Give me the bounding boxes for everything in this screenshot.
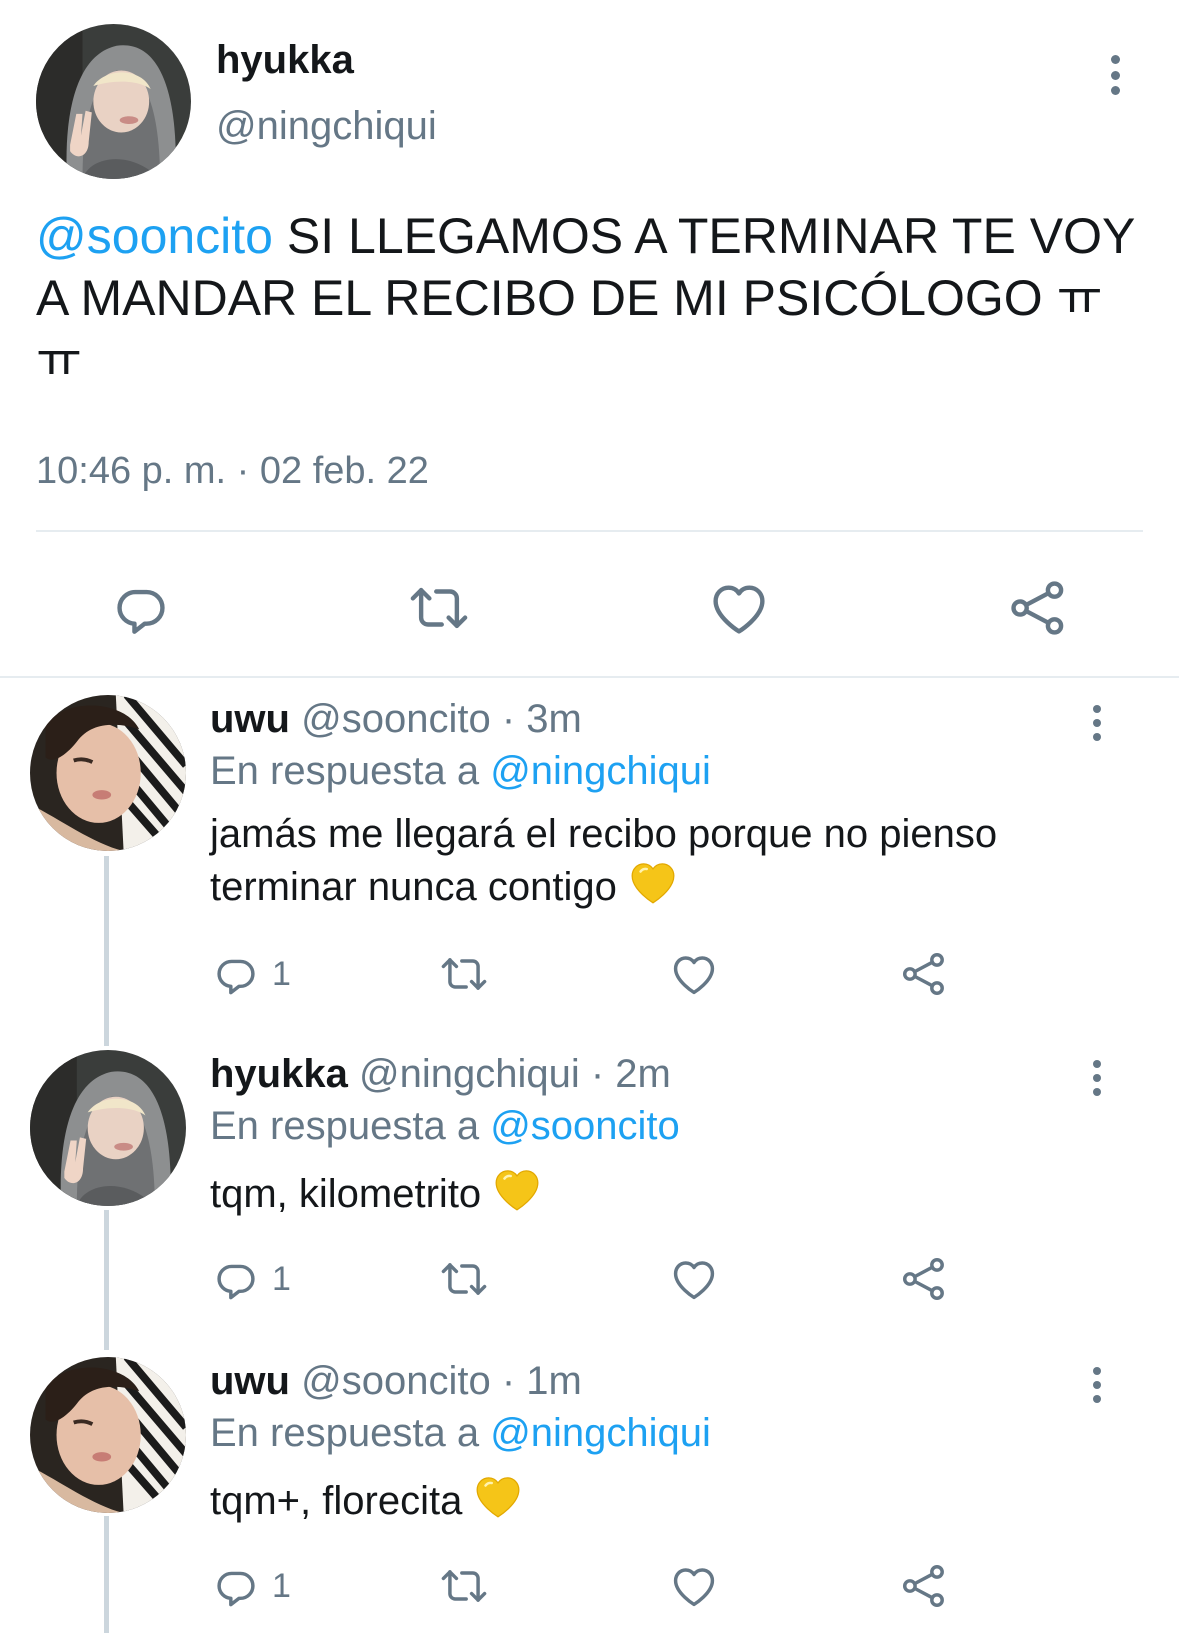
yellow-heart-icon bbox=[473, 1472, 523, 1522]
dot-icon bbox=[1110, 55, 1120, 64]
reply-count: 1 bbox=[272, 954, 291, 993]
retweet-icon bbox=[438, 1253, 490, 1305]
handle-time[interactable]: @sooncito · 3m bbox=[301, 697, 582, 741]
reply-tweet[interactable]: uwu @sooncito · 3m En respuesta a @ningc… bbox=[0, 695, 1179, 1035]
divider bbox=[36, 530, 1143, 532]
share-button[interactable] bbox=[898, 1560, 950, 1612]
dot-icon bbox=[1093, 705, 1101, 713]
reply-body: tqm, kilometrito bbox=[210, 1172, 482, 1216]
reply-text: tqm+, florecita bbox=[210, 1472, 1090, 1525]
dot-icon bbox=[1093, 1074, 1101, 1082]
retweet-icon bbox=[438, 948, 490, 1000]
replying-to: En respuesta a @ningchiqui bbox=[210, 749, 711, 794]
dot-icon bbox=[1093, 719, 1101, 727]
reply-tweet[interactable]: uwu @sooncito · 1m En respuesta a @ningc… bbox=[0, 1357, 1179, 1633]
retweet-button[interactable] bbox=[438, 1253, 490, 1305]
retweet-button[interactable] bbox=[438, 1560, 490, 1612]
reply-icon bbox=[210, 1560, 262, 1612]
share-icon bbox=[898, 948, 950, 1000]
display-name[interactable]: hyukka bbox=[216, 38, 354, 83]
handle-time[interactable]: @ningchiqui · 2m bbox=[359, 1052, 671, 1096]
retweet-icon bbox=[406, 575, 472, 641]
section-divider bbox=[0, 676, 1179, 678]
like-icon bbox=[668, 948, 720, 1000]
like-icon bbox=[706, 575, 772, 641]
reply-text: tqm, kilometrito bbox=[210, 1165, 1090, 1218]
like-button[interactable] bbox=[706, 575, 772, 641]
replying-to: En respuesta a @ningchiqui bbox=[210, 1411, 711, 1456]
dot-icon bbox=[1093, 733, 1101, 741]
reply-icon bbox=[108, 575, 174, 641]
mention-link[interactable]: @sooncito bbox=[490, 1104, 680, 1148]
reply-body: tqm+, florecita bbox=[210, 1479, 463, 1523]
reply-button[interactable]: 1 bbox=[210, 948, 291, 1000]
dot-icon bbox=[1110, 70, 1120, 80]
mention-link[interactable]: @ningchiqui bbox=[490, 1411, 711, 1455]
reply-text: jamás me llegará el recibo porque no pie… bbox=[210, 810, 1090, 911]
like-button[interactable] bbox=[668, 1560, 720, 1612]
main-tweet: hyukka @ningchiqui @sooncito SI LLEGAMOS… bbox=[0, 0, 1179, 676]
retweet-icon bbox=[438, 1560, 490, 1612]
avatar[interactable] bbox=[30, 695, 186, 851]
reply-body: jamás me llegará el recibo porque no pie… bbox=[210, 812, 998, 909]
reply-count: 1 bbox=[272, 1259, 291, 1298]
avatar-hooded-peace-sign-icon bbox=[30, 1050, 186, 1206]
avatar[interactable] bbox=[36, 24, 191, 179]
reply-count: 1 bbox=[272, 1566, 291, 1605]
reply-icon bbox=[210, 948, 262, 1000]
dot-icon bbox=[1093, 1060, 1101, 1068]
replying-to: En respuesta a @sooncito bbox=[210, 1104, 680, 1149]
dot-icon bbox=[1093, 1088, 1101, 1096]
yellow-heart-icon bbox=[492, 1165, 542, 1215]
yellow-heart-icon bbox=[628, 858, 678, 908]
reply-button[interactable]: 1 bbox=[210, 1253, 291, 1305]
handle-time[interactable]: @sooncito · 1m bbox=[301, 1359, 582, 1403]
share-icon bbox=[1005, 575, 1071, 641]
more-options-button[interactable] bbox=[1103, 55, 1127, 95]
replying-to-label: En respuesta a bbox=[210, 1411, 491, 1455]
avatar-striped-shirt-icon bbox=[30, 695, 186, 851]
tweet-text: @sooncito SI LLEGAMOS A TERMINAR TE VOY … bbox=[36, 205, 1136, 391]
reply-button[interactable] bbox=[108, 575, 174, 641]
reply-header: uwu @sooncito · 3m bbox=[210, 697, 582, 742]
avatar[interactable] bbox=[30, 1357, 186, 1513]
replying-to-label: En respuesta a bbox=[210, 749, 491, 793]
share-icon bbox=[898, 1560, 950, 1612]
reply-icon bbox=[210, 1253, 262, 1305]
dot-icon bbox=[1093, 1395, 1101, 1403]
retweet-button[interactable] bbox=[438, 948, 490, 1000]
avatar[interactable] bbox=[30, 1050, 186, 1206]
mention-link[interactable]: @ningchiqui bbox=[490, 749, 711, 793]
like-icon bbox=[668, 1253, 720, 1305]
reply-button[interactable]: 1 bbox=[210, 1560, 291, 1612]
reply-tweet[interactable]: hyukka @ningchiqui · 2m En respuesta a @… bbox=[0, 1050, 1179, 1345]
share-icon bbox=[898, 1253, 950, 1305]
share-button[interactable] bbox=[898, 948, 950, 1000]
dot-icon bbox=[1110, 86, 1120, 95]
replying-to-label: En respuesta a bbox=[210, 1104, 491, 1148]
display-name[interactable]: hyukka bbox=[210, 1052, 348, 1096]
tweet-timestamp[interactable]: 10:46 p. m. · 02 feb. 22 bbox=[36, 450, 429, 493]
dot-icon bbox=[1093, 1381, 1101, 1389]
share-button[interactable] bbox=[898, 1253, 950, 1305]
mention-link[interactable]: @sooncito bbox=[36, 208, 273, 264]
dot-icon bbox=[1093, 1367, 1101, 1375]
user-handle[interactable]: @ningchiqui bbox=[216, 104, 437, 149]
like-icon bbox=[668, 1560, 720, 1612]
like-button[interactable] bbox=[668, 948, 720, 1000]
more-options-button[interactable] bbox=[1085, 705, 1109, 741]
like-button[interactable] bbox=[668, 1253, 720, 1305]
reply-header: uwu @sooncito · 1m bbox=[210, 1359, 582, 1404]
share-button[interactable] bbox=[1005, 575, 1071, 641]
display-name[interactable]: uwu bbox=[210, 697, 290, 741]
avatar-hooded-peace-sign-icon bbox=[36, 24, 191, 179]
retweet-button[interactable] bbox=[406, 575, 472, 641]
reply-header: hyukka @ningchiqui · 2m bbox=[210, 1052, 671, 1097]
avatar-striped-shirt-icon bbox=[30, 1357, 186, 1513]
more-options-button[interactable] bbox=[1085, 1367, 1109, 1403]
more-options-button[interactable] bbox=[1085, 1060, 1109, 1096]
display-name[interactable]: uwu bbox=[210, 1359, 290, 1403]
